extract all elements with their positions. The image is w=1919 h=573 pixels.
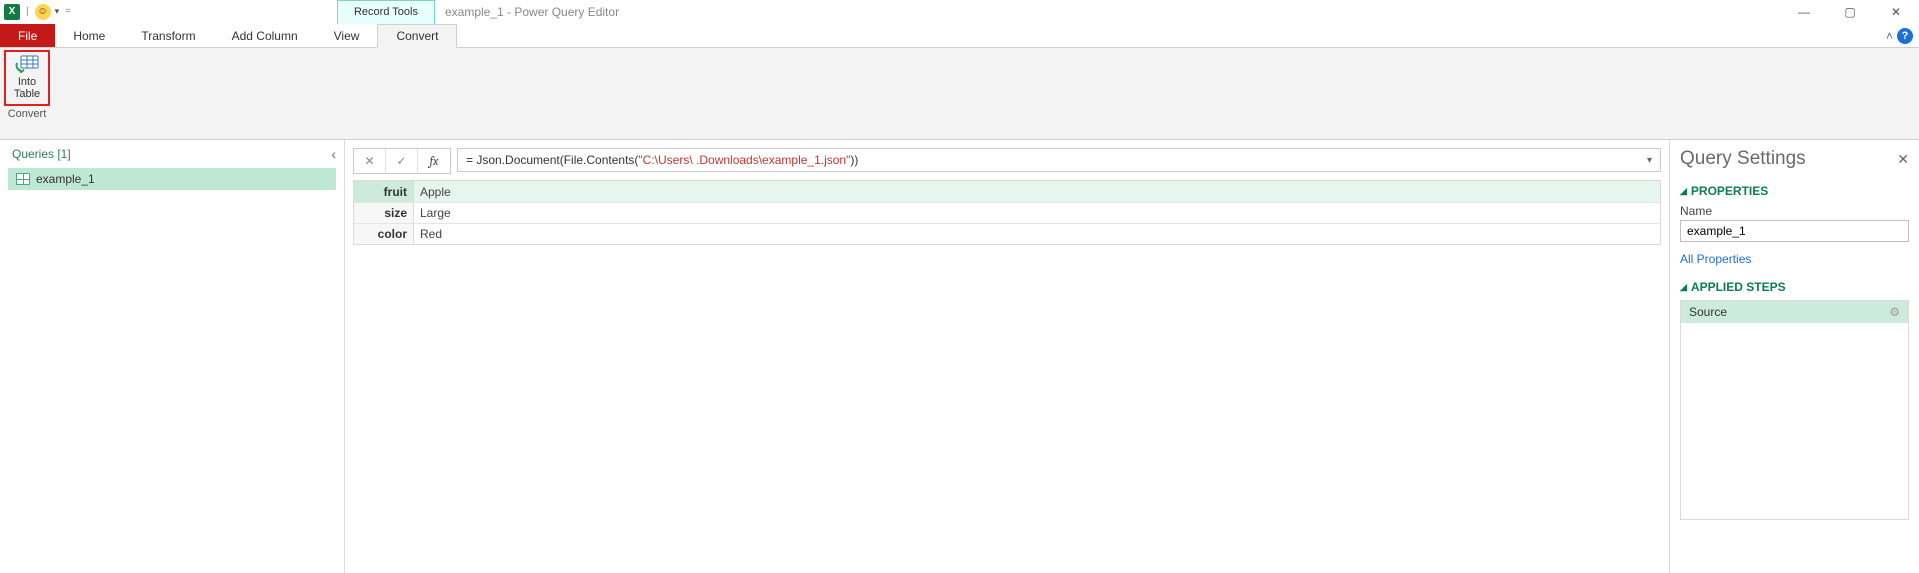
properties-header[interactable]: ◢ PROPERTIES: [1680, 184, 1909, 198]
preview-area: ✕ ✓ fx = Json.Document(File.Contents("C:…: [345, 140, 1669, 573]
qat-separator: |: [24, 6, 31, 17]
into-table-button[interactable]: Into Table: [4, 50, 50, 106]
title-bar: X | ☺ ▾ = Record Tools example_1 - Power…: [0, 0, 1919, 24]
record-value: Large: [414, 203, 1660, 223]
properties-section: ◢ PROPERTIES Name All Properties: [1680, 184, 1909, 266]
record-value: Red: [414, 224, 1660, 244]
triangle-icon: ◢: [1680, 282, 1687, 293]
main-area: Queries [1] ‹ example_1 ✕ ✓ fx = Json.Do…: [0, 140, 1919, 573]
contextual-tab-record-tools: Record Tools: [337, 0, 435, 24]
qat-eq: =: [63, 6, 73, 17]
formula-suffix: )): [850, 153, 858, 167]
record-row[interactable]: color Red: [354, 223, 1660, 244]
ribbon-body: Into Table Convert: [0, 48, 1919, 140]
qat: X | ☺ ▾ =: [0, 4, 77, 20]
tab-convert[interactable]: Convert: [377, 24, 457, 48]
formula-string-2: .Downloads\example_1.json": [696, 153, 850, 167]
formula-commit-button[interactable]: ✓: [386, 149, 418, 173]
applied-steps-section: ◢ APPLIED STEPS Source ⚙: [1680, 280, 1909, 520]
query-settings-pane: Query Settings ✕ ◢ PROPERTIES Name All P…: [1669, 140, 1919, 573]
name-label: Name: [1680, 204, 1909, 218]
record-grid: fruit Apple size Large color Red: [353, 180, 1661, 245]
formula-buttons: ✕ ✓ fx: [353, 148, 451, 174]
query-settings-close-button[interactable]: ✕: [1897, 151, 1909, 168]
tab-transform[interactable]: Transform: [123, 24, 213, 47]
queries-header[interactable]: Queries [1] ‹: [0, 140, 344, 168]
close-button[interactable]: ✕: [1873, 0, 1919, 24]
formula-cancel-button[interactable]: ✕: [354, 149, 386, 173]
tab-file[interactable]: File: [0, 24, 55, 47]
into-table-icon: [14, 54, 40, 76]
table-icon: [16, 173, 30, 185]
query-item-example_1[interactable]: example_1: [8, 168, 336, 190]
applied-steps-header[interactable]: ◢ APPLIED STEPS: [1680, 280, 1909, 294]
ribbon-group-convert: Into Table Convert: [0, 48, 54, 139]
formula-input[interactable]: = Json.Document(File.Contents("C:\Users\…: [457, 148, 1661, 172]
record-key: color: [354, 224, 414, 244]
excel-icon: X: [4, 4, 20, 20]
record-row[interactable]: size Large: [354, 202, 1660, 223]
collapse-queries-icon[interactable]: ‹: [331, 146, 336, 162]
tab-add-column[interactable]: Add Column: [214, 24, 316, 47]
applied-step-source[interactable]: Source ⚙: [1681, 301, 1908, 323]
formula-string-1: "C:\Users\: [638, 153, 692, 167]
tab-view[interactable]: View: [316, 24, 378, 47]
record-key: fruit: [354, 181, 414, 202]
query-settings-title: Query Settings: [1680, 148, 1806, 170]
query-item-label: example_1: [36, 172, 95, 186]
applied-step-label: Source: [1689, 305, 1727, 319]
into-table-label-1: Into: [18, 76, 36, 88]
applied-steps-header-label: APPLIED STEPS: [1691, 280, 1786, 294]
properties-header-label: PROPERTIES: [1691, 184, 1768, 198]
window-controls: — ▢ ✕: [1781, 0, 1919, 23]
formula-bar: ✕ ✓ fx = Json.Document(File.Contents("C:…: [353, 148, 1661, 174]
record-row[interactable]: fruit Apple: [354, 181, 1660, 202]
face-icon: ☺: [35, 4, 51, 20]
gear-icon[interactable]: ⚙: [1889, 305, 1900, 319]
queries-header-label: Queries [1]: [12, 147, 71, 161]
into-table-label-2: Table: [14, 88, 40, 100]
formula-prefix: = Json.Document(File.Contents(: [466, 153, 638, 167]
ribbon-group-label: Convert: [8, 106, 47, 123]
record-value: Apple: [414, 181, 1660, 202]
window-title: example_1 - Power Query Editor: [445, 5, 619, 19]
formula-expand-icon[interactable]: ▾: [1647, 155, 1652, 166]
queries-pane: Queries [1] ‹ example_1: [0, 140, 345, 573]
formula-fx-button[interactable]: fx: [418, 149, 450, 173]
query-name-input[interactable]: [1680, 220, 1909, 242]
maximize-button[interactable]: ▢: [1827, 0, 1873, 24]
help-icon[interactable]: ?: [1897, 28, 1913, 44]
ribbon-tabs: File Home Transform Add Column View Conv…: [0, 24, 1919, 48]
qat-caret-icon[interactable]: ▾: [55, 6, 60, 17]
record-key: size: [354, 203, 414, 223]
collapse-ribbon-icon[interactable]: ˄: [1886, 29, 1893, 43]
triangle-icon: ◢: [1680, 186, 1687, 197]
all-properties-link[interactable]: All Properties: [1680, 252, 1751, 266]
minimize-button[interactable]: —: [1781, 0, 1827, 24]
tab-home[interactable]: Home: [55, 24, 123, 47]
applied-steps-list: Source ⚙: [1680, 300, 1909, 520]
